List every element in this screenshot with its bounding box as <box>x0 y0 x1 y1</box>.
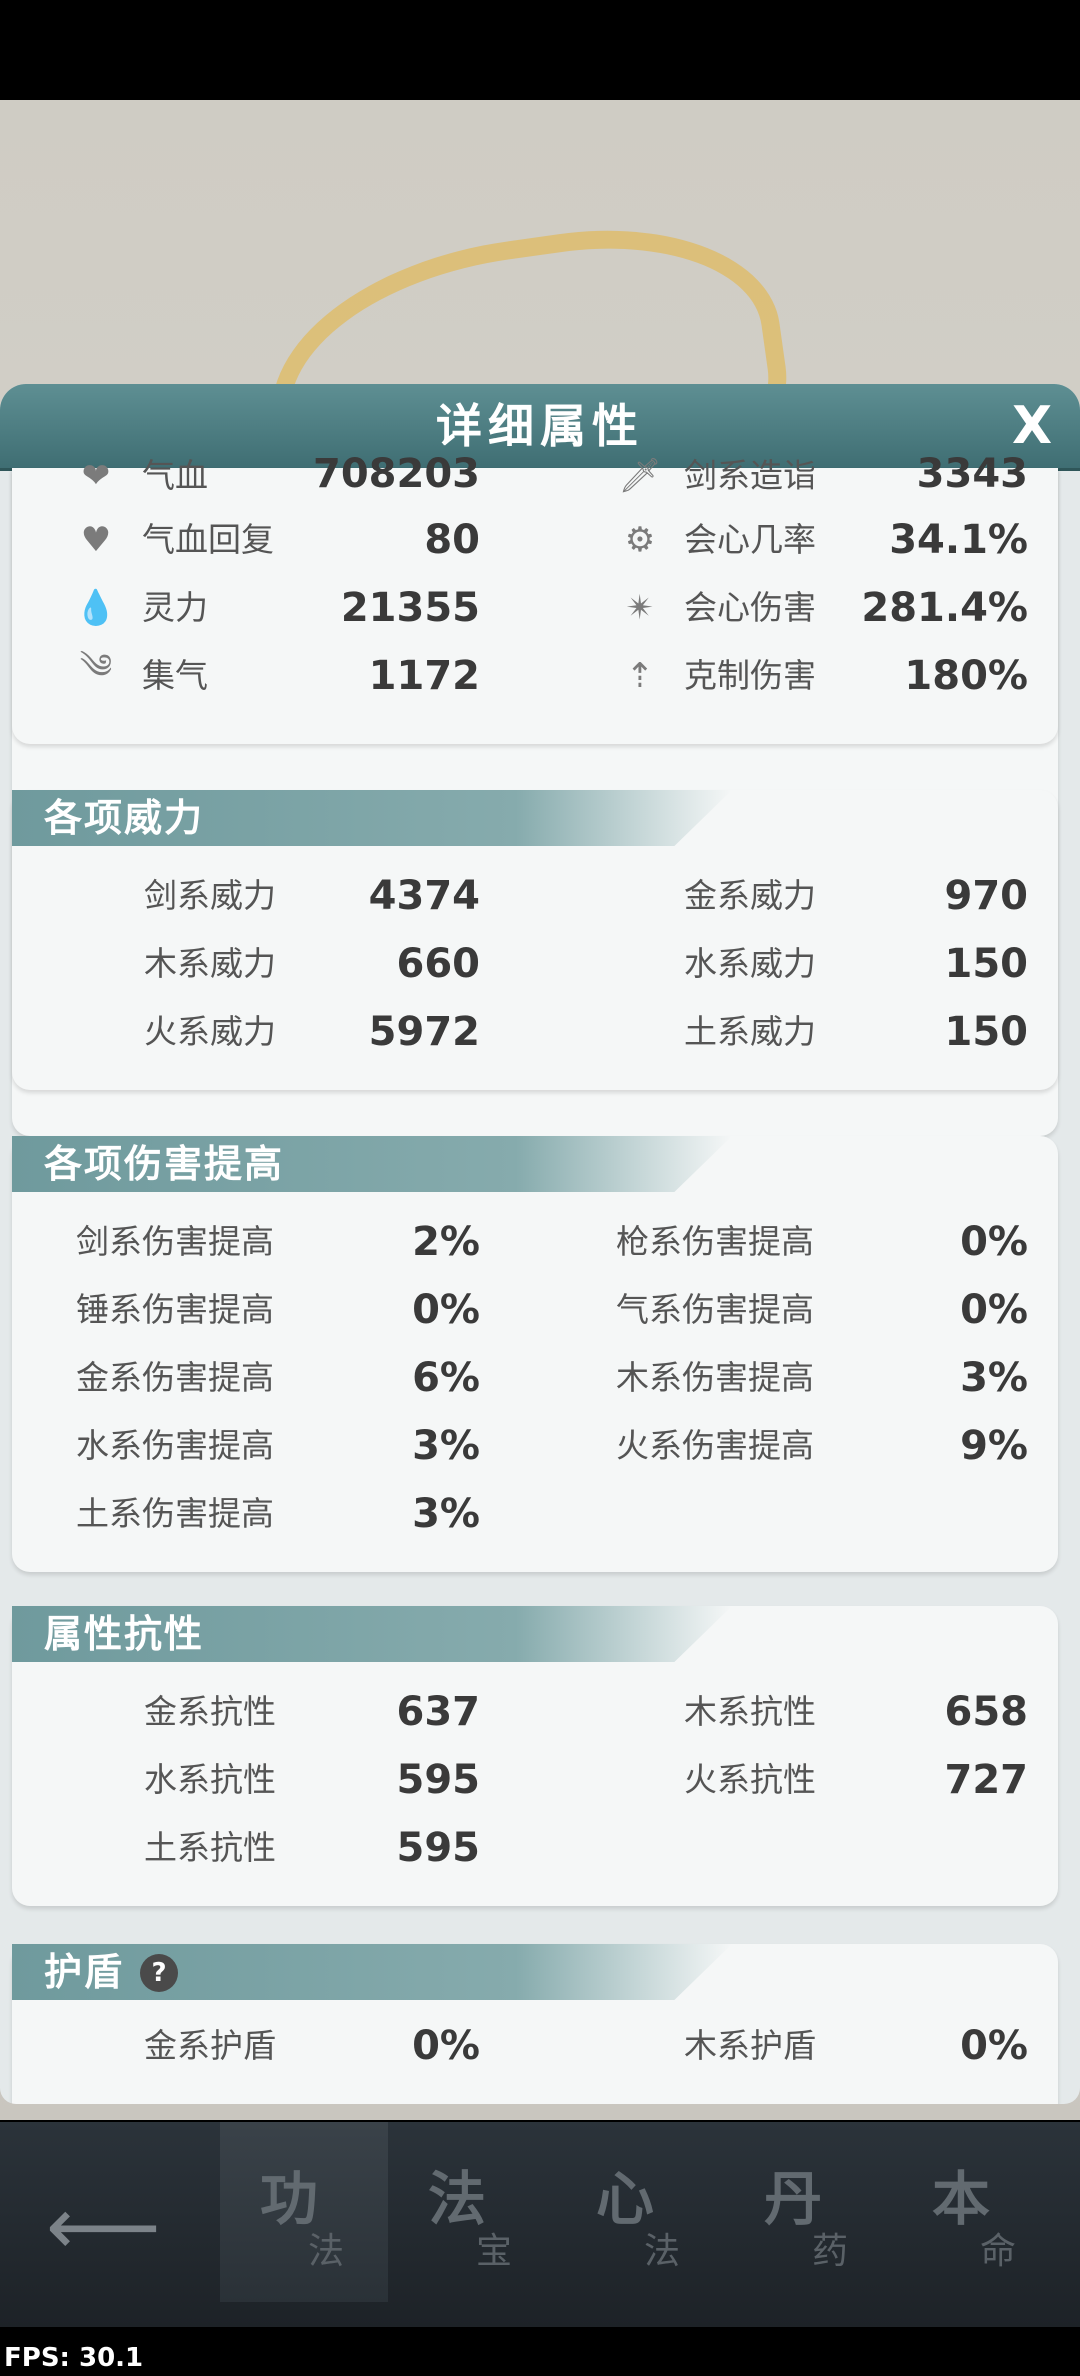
resist-title: 属性抗性 <box>44 1612 205 1656</box>
stat-label: 克制伤害 <box>684 656 816 695</box>
resist-header: 属性抗性 <box>12 1606 732 1662</box>
damage-increase-card: 各项伤害提高 剑系伤害提高 2% 枪系伤害提高 0% 锤系伤害提高 0% 气系伤… <box>12 1136 1058 1572</box>
damage-value: 0% <box>960 1219 1028 1265</box>
base-stats-card: ❤ 气血 708203 🗡 剑系造诣 3343 ♥ 气血回复 80 ⚙ 会心几率… <box>12 451 1058 744</box>
shield-label: 金系护盾 <box>144 2026 276 2065</box>
stat-label: 集气 <box>142 656 208 695</box>
resist-value: 595 <box>396 1757 481 1803</box>
resist-value: 637 <box>396 1689 481 1735</box>
power-title: 各项威力 <box>44 796 205 840</box>
stat-label: 会心伤害 <box>684 588 816 627</box>
power-label: 火系威力 <box>144 1012 276 1051</box>
nav-tab-xinfa[interactable]: 心 法 <box>556 2122 724 2302</box>
stat-label: 会心几率 <box>684 520 816 559</box>
damage-label: 气系伤害提高 <box>616 1290 814 1329</box>
damage-value: 3% <box>960 1355 1028 1401</box>
damage-label: 火系伤害提高 <box>616 1426 814 1465</box>
power-value: 4374 <box>368 873 480 919</box>
stat-value: 281.4% <box>861 585 1028 631</box>
power-value: 150 <box>944 1009 1029 1055</box>
counter-arrow-icon: ⇡ <box>625 656 655 696</box>
status-bar <box>0 0 1080 100</box>
nav-tab-small: 法 <box>644 2231 681 2272</box>
shield-value: 0% <box>960 2023 1028 2069</box>
nav-tab-small: 药 <box>812 2231 849 2272</box>
blood-heart-icon: ❤ <box>81 456 111 496</box>
back-arrow-icon[interactable]: ⟵ <box>46 2182 161 2272</box>
stat-label: 灵力 <box>142 588 208 627</box>
resist-label: 土系抗性 <box>144 1828 276 1867</box>
damage-label: 枪系伤害提高 <box>616 1222 814 1261</box>
nav-tab-small: 宝 <box>476 2231 513 2272</box>
resist-label: 水系抗性 <box>144 1760 276 1799</box>
resist-label: 金系抗性 <box>144 1692 276 1731</box>
heal-icon: ♥ <box>80 520 112 560</box>
power-label: 剑系威力 <box>144 876 276 915</box>
stat-value: 80 <box>424 517 480 563</box>
damage-value: 0% <box>412 1287 480 1333</box>
stat-label: 气血回复 <box>142 520 274 559</box>
power-label: 土系威力 <box>684 1012 816 1051</box>
stat-value: 3343 <box>916 451 1028 497</box>
stat-label: 气血 <box>142 456 208 495</box>
damage-header: 各项伤害提高 <box>12 1136 732 1192</box>
damage-title: 各项伤害提高 <box>44 1142 285 1186</box>
damage-label: 水系伤害提高 <box>76 1426 274 1465</box>
stat-label: 剑系造诣 <box>684 456 816 495</box>
damage-value: 0% <box>960 1287 1028 1333</box>
resist-value: 595 <box>396 1825 481 1871</box>
damage-label: 土系伤害提高 <box>76 1494 274 1533</box>
stat-value: 34.1% <box>889 517 1028 563</box>
resist-label: 火系抗性 <box>684 1760 816 1799</box>
shield-value: 0% <box>412 2023 480 2069</box>
shield-header: 护盾 <box>12 1944 732 2000</box>
shield-card: 护盾 ? 金系护盾 0% 木系护盾 0% <box>12 1944 1058 2104</box>
power-label: 金系威力 <box>684 876 816 915</box>
nav-tab-small: 命 <box>980 2231 1017 2272</box>
power-value: 5972 <box>368 1009 480 1055</box>
help-icon[interactable]: ? <box>140 1954 178 1992</box>
power-card: 各项威力 剑系威力 4374 金系威力 970 木系威力 660 水系威力 15… <box>12 790 1058 1090</box>
gather-qi-icon: ༄ <box>79 647 113 687</box>
power-label: 木系威力 <box>144 944 276 983</box>
bottom-bar <box>0 2327 1080 2376</box>
detail-attributes-panel: 详细属性 X ❤ 气血 708203 🗡 剑系造诣 3343 ♥ 气血回复 80… <box>0 384 1080 2104</box>
crit-rate-icon: ⚙ <box>624 520 656 560</box>
crit-damage-icon: ✴ <box>625 588 655 628</box>
fps-counter: FPS: 30.1 <box>4 2343 144 2373</box>
sword-icon: 🗡 <box>618 456 662 496</box>
stat-value: 21355 <box>340 585 480 631</box>
power-value: 660 <box>396 941 481 987</box>
shield-title: 护盾 <box>44 1950 125 1994</box>
nav-tab-benming[interactable]: 本 命 <box>892 2122 1060 2302</box>
resist-value: 658 <box>944 1689 1029 1735</box>
stat-value: 708203 <box>313 451 480 497</box>
damage-label: 木系伤害提高 <box>616 1358 814 1397</box>
damage-label: 锤系伤害提高 <box>76 1290 274 1329</box>
nav-tab-danyao[interactable]: 丹 药 <box>724 2122 892 2302</box>
resist-label: 木系抗性 <box>684 1692 816 1731</box>
power-label: 水系威力 <box>684 944 816 983</box>
bottom-nav: ⟵ 功 法 法 宝 心 法 丹 药 本 命 <box>0 2122 1080 2327</box>
resistance-card: 属性抗性 金系抗性 637 木系抗性 658 水系抗性 595 火系抗性 727… <box>12 1606 1058 1906</box>
damage-value: 3% <box>412 1491 480 1537</box>
damage-label: 金系伤害提高 <box>76 1358 274 1397</box>
stat-value: 180% <box>904 653 1028 699</box>
damage-value: 6% <box>412 1355 480 1401</box>
damage-value: 3% <box>412 1423 480 1469</box>
damage-label: 剑系伤害提高 <box>76 1222 274 1261</box>
damage-value: 2% <box>412 1219 480 1265</box>
spirit-drop-icon: 💧 <box>74 588 118 628</box>
nav-tab-gongfa[interactable]: 功 法 <box>220 2122 388 2302</box>
power-value: 970 <box>944 873 1029 919</box>
shield-label: 木系护盾 <box>684 2026 816 2065</box>
resist-value: 727 <box>944 1757 1029 1803</box>
power-header: 各项威力 <box>12 790 732 846</box>
nav-tab-small: 法 <box>308 2231 345 2272</box>
power-value: 150 <box>944 941 1029 987</box>
nav-tab-fabao[interactable]: 法 宝 <box>388 2122 556 2302</box>
stat-value: 1172 <box>368 653 480 699</box>
damage-value: 9% <box>960 1423 1028 1469</box>
